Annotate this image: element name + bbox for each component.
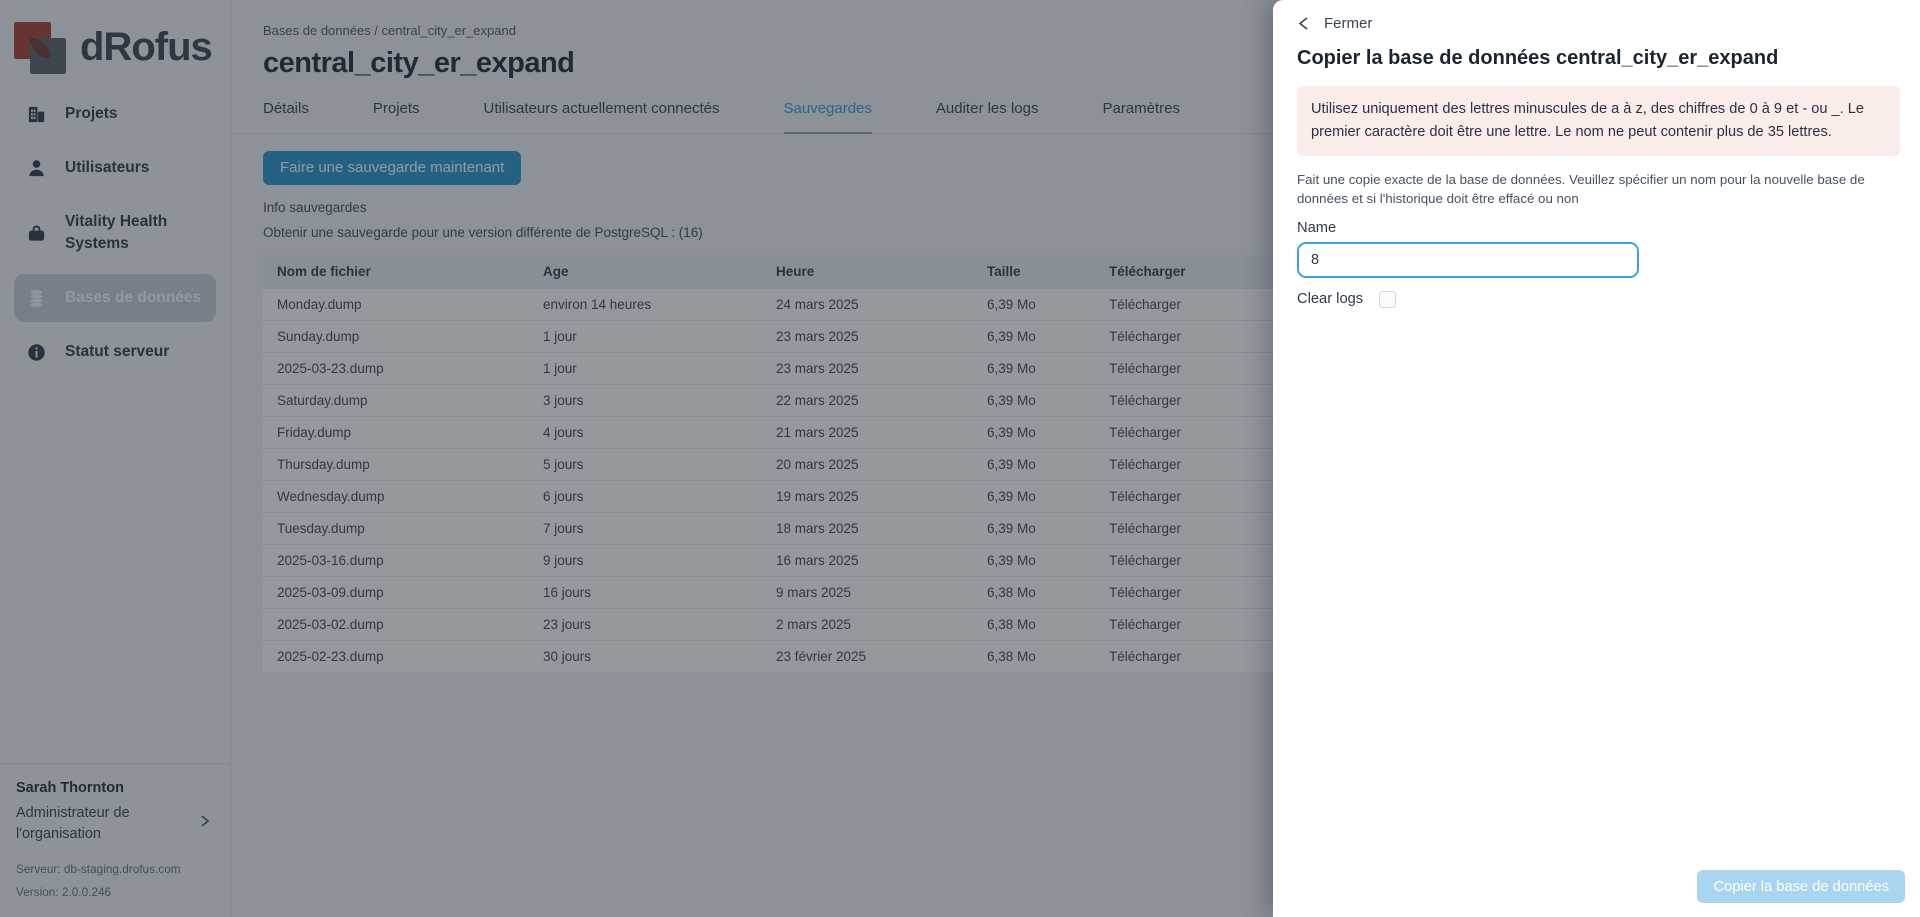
clear-logs-checkbox[interactable]: [1379, 291, 1396, 308]
clear-logs-row: Clear logs: [1297, 291, 1900, 308]
copy-name-input[interactable]: [1297, 242, 1639, 278]
close-label: Fermer: [1324, 15, 1372, 32]
copy-database-submit-button[interactable]: Copier la base de données: [1697, 870, 1905, 903]
panel-title: Copier la base de données central_city_e…: [1297, 47, 1900, 70]
close-panel-button[interactable]: Fermer: [1297, 15, 1372, 32]
clear-logs-label: Clear logs: [1297, 291, 1363, 307]
name-rules-warning: Utilisez uniquement des lettres minuscul…: [1297, 86, 1900, 156]
copy-database-panel: Fermer Copier la base de données central…: [1273, 0, 1920, 917]
app-root: dRofus Projets: [0, 0, 1920, 917]
copy-description: Fait une copie exacte de la base de donn…: [1297, 170, 1885, 209]
chevron-left-icon: [1297, 16, 1310, 31]
name-field-label: Name: [1297, 220, 1900, 236]
